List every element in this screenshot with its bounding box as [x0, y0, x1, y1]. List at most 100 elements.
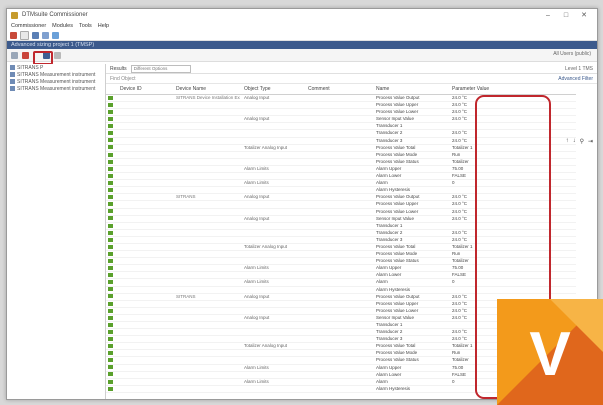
export-icon[interactable]: ⇥: [588, 138, 593, 145]
cell-device-id: [116, 158, 172, 166]
header-device-name[interactable]: Device Name: [172, 84, 240, 95]
tree-item-label: SITRANS P: [17, 64, 44, 71]
cell-device-id: [116, 286, 172, 294]
down-arrow-icon[interactable]: ↓: [573, 138, 576, 145]
tree-icon[interactable]: [11, 51, 18, 59]
status-icon: [108, 138, 113, 143]
settings-icon[interactable]: [52, 31, 59, 39]
refresh-icon[interactable]: [54, 51, 61, 59]
cell-comment: [304, 342, 372, 351]
maximize-button[interactable]: □: [557, 12, 575, 19]
tree-item[interactable]: SITRANS Measurement instrument: [7, 78, 105, 85]
cell-object-type: [240, 208, 304, 216]
cell-device-id: [116, 229, 172, 237]
header-object-type[interactable]: Object Type: [240, 84, 304, 95]
cell-device-id: [116, 271, 172, 280]
menu-help[interactable]: Help: [98, 23, 109, 29]
cell-object-type: [240, 371, 304, 379]
cell-device-name: [172, 172, 240, 181]
new-icon[interactable]: [10, 31, 17, 39]
header-parameter-value[interactable]: Parameter Value: [448, 84, 576, 95]
cell-device-id: [116, 364, 172, 372]
cell-object-type: Alarm Limits: [240, 378, 304, 386]
cell-comment: [304, 129, 372, 138]
cell-device-id: [116, 236, 172, 244]
cell-device-name: [172, 264, 240, 273]
tree-item[interactable]: SITRANS P: [7, 64, 105, 71]
tree-item[interactable]: SITRANS Measurement instrument: [7, 85, 105, 92]
status-icon: [108, 159, 113, 164]
tree-item[interactable]: SITRANS Measurement instrument: [7, 71, 105, 78]
cell-device-id: [116, 385, 172, 393]
open-icon[interactable]: [42, 31, 49, 39]
menu-modules[interactable]: Modules: [52, 23, 73, 29]
row-status-icon: [106, 186, 116, 195]
status-icon: [108, 223, 113, 228]
status-icon: [108, 273, 113, 278]
cell-object-type: [240, 257, 304, 266]
cell-comment: [304, 271, 372, 280]
cell-name: Process Value Upper: [372, 300, 448, 308]
delete-icon[interactable]: [22, 51, 29, 59]
cell-object-type: [240, 236, 304, 244]
cell-object-type: [240, 300, 304, 308]
cell-object-type: Analog Input: [240, 215, 304, 223]
cell-object-type: Analog Input: [240, 94, 304, 103]
up-arrow-icon[interactable]: ↑: [566, 138, 569, 145]
menu-commissioner[interactable]: Commissioner: [11, 23, 46, 29]
status-icon: [108, 258, 113, 263]
results-label: Results: [110, 65, 127, 72]
cell-device-id: [116, 342, 172, 351]
blank-icon[interactable]: [20, 30, 29, 40]
document-bar: Advanced sizing project 1 (TMSP): [7, 41, 597, 49]
find-object-input[interactable]: Find Object: [110, 76, 136, 82]
close-button[interactable]: ✕: [575, 11, 593, 19]
cell-comment: [304, 250, 372, 259]
cell-device-name: [172, 385, 240, 393]
filter-icon[interactable]: ⚲: [580, 138, 584, 145]
device-icon: [10, 86, 15, 91]
cell-comment: [304, 264, 372, 273]
minimize-button[interactable]: –: [539, 12, 557, 19]
cell-object-type: [240, 385, 304, 393]
cell-object-type: [240, 335, 304, 344]
advanced-filter-link[interactable]: Advanced Filter: [558, 76, 593, 82]
cell-object-type: [240, 229, 304, 237]
cell-comment: [304, 208, 372, 216]
status-icon: [108, 237, 113, 242]
options-field[interactable]: Different Options: [130, 64, 191, 73]
save-icon[interactable]: [32, 31, 39, 39]
cell-name: Process Value Output: [372, 293, 448, 301]
header-comment[interactable]: Comment: [304, 84, 372, 95]
table-side-icons: ↑ ↓ ⚲ ⇥: [566, 138, 593, 145]
menu-tools[interactable]: Tools: [79, 23, 92, 29]
cell-device-name: [172, 186, 240, 195]
cell-name: Process Value Total: [372, 243, 448, 252]
cell-device-id: [116, 328, 172, 337]
cell-object-type: [240, 101, 304, 110]
cell-device-id: [116, 151, 172, 159]
cell-object-type: [240, 356, 304, 365]
cell-device-id: [116, 137, 172, 145]
cell-device-name: [172, 137, 240, 145]
header-device-id[interactable]: Device ID: [116, 84, 172, 95]
status-icon: [108, 131, 113, 136]
cell-device-name: [172, 271, 240, 280]
status-icon: [108, 230, 113, 235]
status-icon: [108, 152, 113, 157]
cell-device-name: [172, 165, 240, 174]
header-name[interactable]: Name: [372, 84, 448, 95]
cell-device-name: [172, 200, 240, 209]
cell-device-name: [172, 222, 240, 230]
cell-name: Transducer 3: [372, 137, 448, 145]
cell-comment: [304, 314, 372, 323]
cell-name: Process Value Upper: [372, 101, 448, 110]
cell-name: Alarm Hysteresis: [372, 186, 448, 195]
cell-device-name: SITRANS: [172, 293, 240, 301]
status-icon: [108, 379, 113, 384]
cell-object-type: [240, 108, 304, 117]
cell-object-type: Totalizer Analog Input: [240, 243, 304, 252]
cell-device-id: [116, 335, 172, 344]
cell-device-id: [116, 144, 172, 152]
cell-comment: [304, 321, 372, 330]
